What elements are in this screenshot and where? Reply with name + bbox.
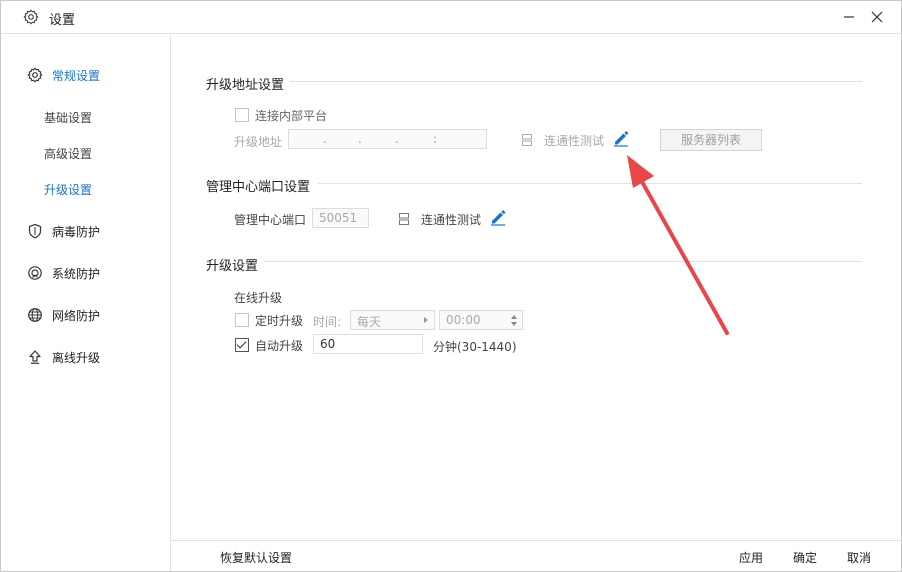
chevron-right-icon <box>424 317 428 323</box>
pencil-icon[interactable] <box>489 208 507 226</box>
sidebar-item-label: 网络防护 <box>52 309 101 323</box>
upgrade-address-input[interactable]: . . . : <box>288 129 487 149</box>
management-port-input[interactable]: 50051 <box>312 208 369 228</box>
apply-button[interactable]: 应用 <box>739 549 763 566</box>
upgrade-address-label: 升级地址 <box>234 135 283 149</box>
minimize-icon <box>844 16 854 18</box>
window-title: 设置 <box>49 13 76 28</box>
scheduled-upgrade-checkbox[interactable] <box>235 313 249 327</box>
ip-separator: : <box>433 132 438 146</box>
settings-window: 设置 常规设置 基础设置 高级设置 升级设置 病毒防护 系统防护 网络防护 离线… <box>0 0 902 572</box>
spin-up-icon[interactable] <box>511 315 517 319</box>
cancel-button[interactable]: 取消 <box>847 549 871 566</box>
online-upgrade-label: 在线升级 <box>234 291 283 305</box>
server-list-button[interactable]: 服务器列表 <box>660 129 762 151</box>
pencil-icon[interactable] <box>612 129 630 147</box>
ip-separator: . <box>358 132 362 146</box>
shield-icon <box>27 223 43 239</box>
spin-down-icon[interactable] <box>511 322 517 326</box>
ip-separator: . <box>395 132 399 146</box>
auto-upgrade-unit-label: 分钟(30-1440) <box>433 340 517 354</box>
section-title-management-port: 管理中心端口设置 <box>206 180 311 195</box>
connect-internal-label: 连接内部平台 <box>255 109 328 123</box>
restore-defaults-button[interactable]: 恢复默认设置 <box>220 549 292 566</box>
sidebar-item-offline-upgrade[interactable]: 离线升级 <box>1 342 170 372</box>
sidebar-subitem-label: 高级设置 <box>44 147 93 161</box>
section-divider <box>290 81 862 82</box>
main-content: 升级地址设置 连接内部平台 升级地址 . . . : 连通性测试 服务器列表 管… <box>171 34 901 539</box>
sidebar-item-label: 系统防护 <box>52 267 101 281</box>
sidebar-subitem-label: 基础设置 <box>44 111 93 125</box>
connect-internal-checkbox[interactable] <box>235 108 249 122</box>
time-label: 时间: <box>313 315 342 329</box>
close-button[interactable] <box>867 7 887 27</box>
gear-icon <box>27 67 43 83</box>
sidebar-subitem-label: 升级设置 <box>44 183 93 197</box>
close-icon <box>871 11 883 23</box>
gear-icon <box>23 9 39 25</box>
time-value: 00:00 <box>446 313 481 327</box>
ip-separator: . <box>323 132 327 146</box>
footer-bar: 恢复默认设置 应用 确定 取消 <box>171 540 901 571</box>
connectivity-test-label: 连通性测试 <box>421 213 482 227</box>
sidebar-item-label: 病毒防护 <box>52 225 101 239</box>
sidebar-subitem-upgrade[interactable]: 升级设置 <box>1 176 170 202</box>
system-shield-icon <box>27 265 43 281</box>
sidebar-item-network-protection[interactable]: 网络防护 <box>1 300 170 330</box>
sidebar-item-general[interactable]: 常规设置 <box>1 60 170 90</box>
ok-button[interactable]: 确定 <box>793 549 817 566</box>
connectivity-test-label: 连通性测试 <box>544 134 605 148</box>
upload-arrow-icon <box>27 349 43 365</box>
section-divider <box>264 261 862 262</box>
globe-icon <box>27 307 43 323</box>
scheduled-upgrade-label: 定时升级 <box>255 314 304 328</box>
sidebar-item-label: 离线升级 <box>52 351 101 365</box>
sidebar: 常规设置 基础设置 高级设置 升级设置 病毒防护 系统防护 网络防护 离线升级 <box>1 34 171 571</box>
auto-upgrade-checkbox[interactable] <box>235 338 249 352</box>
section-divider <box>318 183 862 184</box>
section-title-upgrade-address: 升级地址设置 <box>206 78 285 93</box>
server-icon <box>399 213 409 225</box>
title-bar: 设置 <box>1 1 901 34</box>
sidebar-item-virus-protection[interactable]: 病毒防护 <box>1 216 170 246</box>
section-title-upgrade-settings: 升级设置 <box>206 259 259 274</box>
auto-upgrade-label: 自动升级 <box>255 339 304 353</box>
minimize-button[interactable] <box>839 7 859 27</box>
server-icon <box>522 134 532 146</box>
time-stepper[interactable]: 00:00 <box>439 310 523 330</box>
sidebar-subitem-basic[interactable]: 基础设置 <box>1 104 170 130</box>
sidebar-item-system-protection[interactable]: 系统防护 <box>1 258 170 288</box>
management-port-label: 管理中心端口 <box>234 213 307 227</box>
frequency-select[interactable]: 每天 <box>350 310 435 330</box>
auto-upgrade-interval-input[interactable]: 60 <box>313 334 423 354</box>
frequency-value: 每天 <box>357 315 382 329</box>
sidebar-item-label: 常规设置 <box>52 69 101 83</box>
sidebar-subitem-advanced[interactable]: 高级设置 <box>1 140 170 166</box>
